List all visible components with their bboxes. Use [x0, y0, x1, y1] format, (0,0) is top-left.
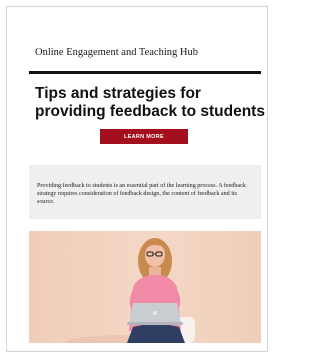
woman-with-laptop-illustration — [65, 238, 195, 343]
hero-photo — [29, 231, 261, 343]
email-frame: Online Engagement and Teaching Hub Tips … — [6, 6, 268, 352]
header-divider — [29, 71, 261, 74]
intro-panel: Providing feedback to students is an ess… — [29, 165, 261, 219]
article-title: Tips and strategies for providing feedba… — [35, 85, 265, 120]
intro-text: Providing feedback to students is an ess… — [37, 183, 246, 206]
site-name: Online Engagement and Teaching Hub — [35, 47, 198, 58]
learn-more-button[interactable]: LEARN MORE — [100, 129, 188, 144]
